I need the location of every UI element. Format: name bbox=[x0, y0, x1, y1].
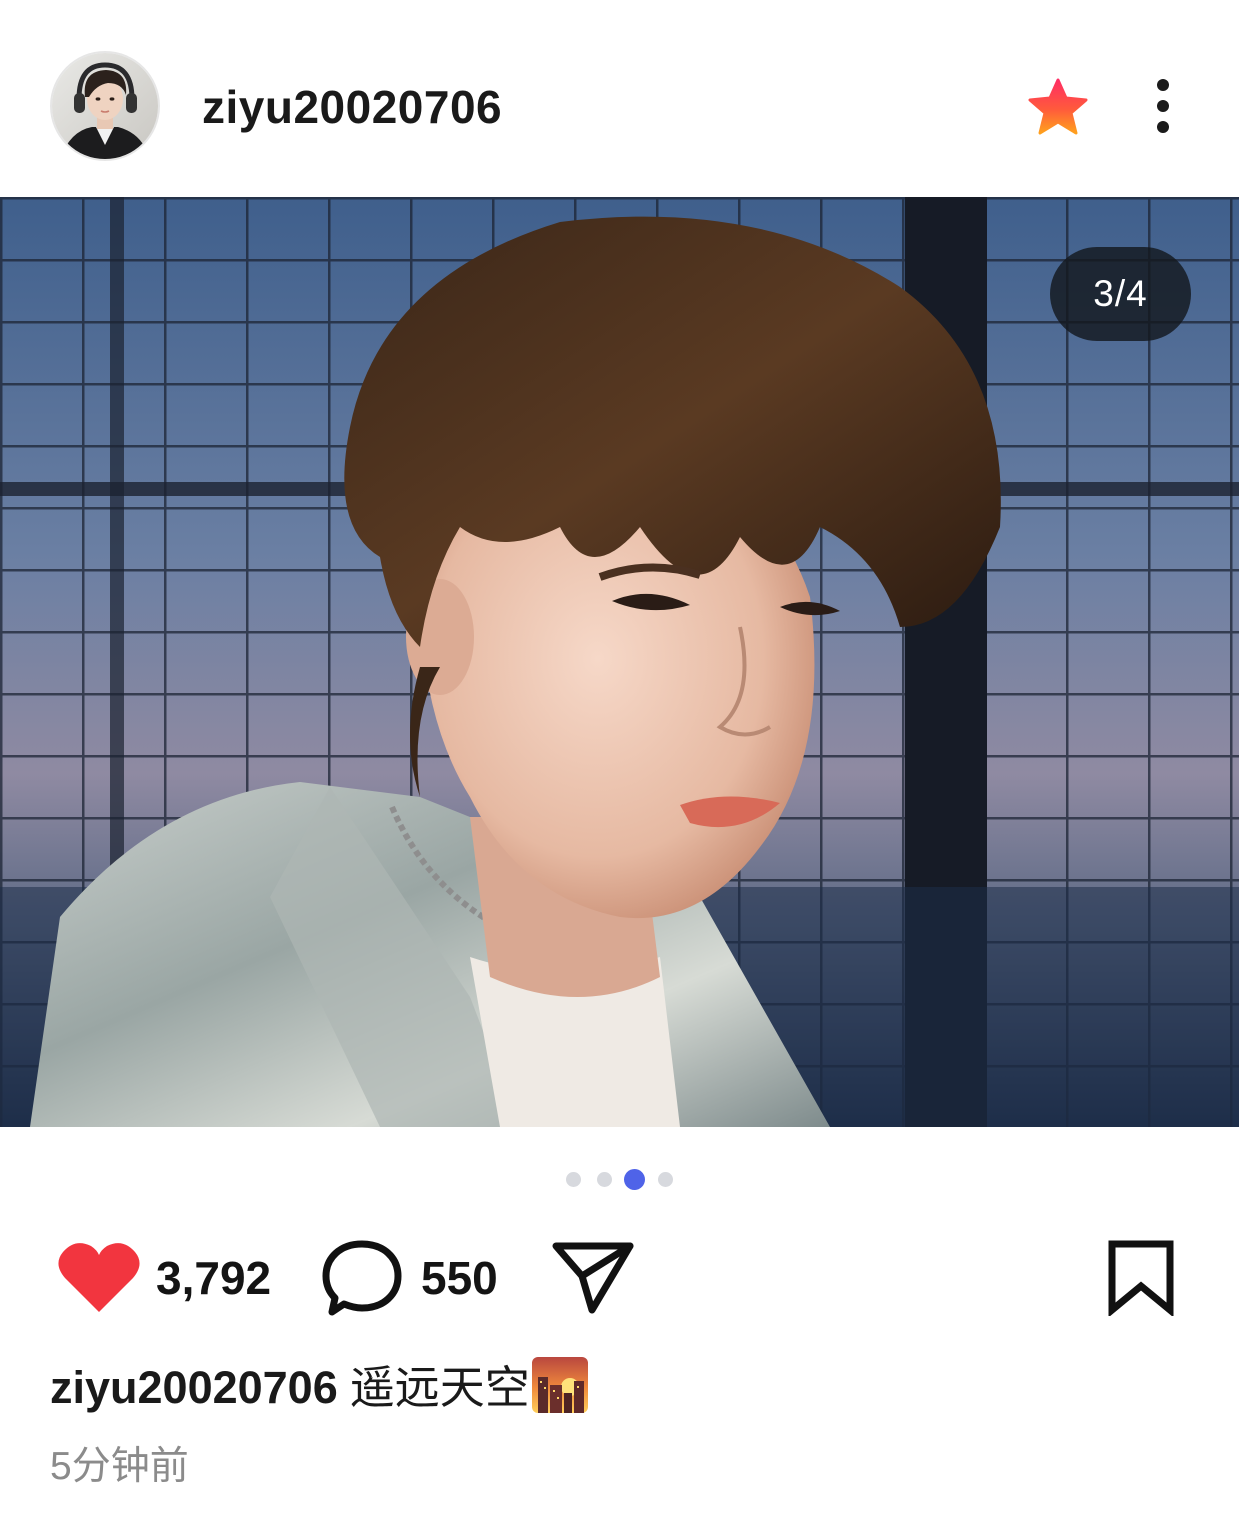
comment-bubble-icon[interactable] bbox=[322, 1238, 406, 1318]
post-header: ziyu20020706 bbox=[0, 0, 1239, 197]
pager-dot[interactable] bbox=[658, 1172, 673, 1187]
star-icon[interactable] bbox=[1026, 76, 1090, 140]
image-counter: 3/4 bbox=[1050, 247, 1191, 341]
post-caption: ziyu20020706 遥远天空 bbox=[50, 1357, 588, 1419]
post-timestamp: 5分钟前 bbox=[50, 1445, 189, 1488]
pager-dot-active[interactable] bbox=[624, 1169, 645, 1190]
more-vertical-icon[interactable] bbox=[1140, 74, 1186, 140]
sunset-cityscape-emoji bbox=[531, 1357, 588, 1413]
like-count: 3,792 bbox=[156, 1252, 272, 1304]
caption-author[interactable]: ziyu20020706 bbox=[50, 1362, 338, 1413]
avatar[interactable] bbox=[52, 53, 158, 159]
post-image-carousel[interactable]: 3/4 bbox=[0, 197, 1239, 1127]
post-photo bbox=[0, 197, 1239, 1127]
header-username[interactable]: ziyu20020706 bbox=[202, 80, 502, 134]
pager-dot[interactable] bbox=[566, 1172, 581, 1187]
bookmark-icon[interactable] bbox=[1106, 1240, 1176, 1318]
profile-avatar-image bbox=[52, 53, 158, 159]
heart-icon[interactable] bbox=[57, 1240, 141, 1314]
caption-text: 遥远天空 bbox=[349, 1362, 530, 1413]
comment-count: 550 bbox=[421, 1252, 498, 1304]
pager-dot[interactable] bbox=[597, 1172, 612, 1187]
send-icon[interactable] bbox=[552, 1240, 634, 1314]
